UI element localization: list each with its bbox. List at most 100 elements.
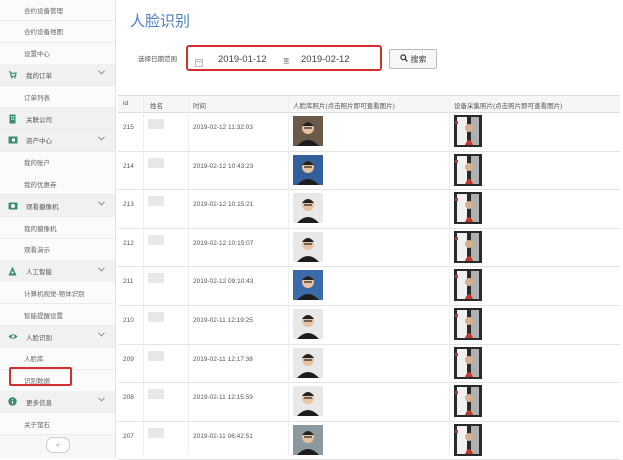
library-face-photo[interactable] [293, 308, 323, 339]
captured-face-photo[interactable] [454, 269, 482, 302]
chevron-down-icon [98, 201, 105, 208]
sidebar-item[interactable]: 我的账户 [0, 151, 115, 174]
library-face-photo[interactable] [293, 193, 323, 224]
sidebar-item-label: 人脸识别 [26, 334, 52, 342]
sidebar-item[interactable]: 观看演示 [0, 238, 115, 261]
row-name-blurred [148, 427, 164, 438]
sidebar-item[interactable]: 智能提醒设置 [0, 304, 115, 327]
sidebar-item[interactable]: 我的优惠券 [0, 173, 115, 196]
row-time: 2019-02-12 10:43:23 [193, 162, 254, 170]
start-date-field[interactable]: 2019-01-12 [218, 54, 267, 65]
row-id: 209 [123, 355, 134, 363]
chevron-down-icon [98, 136, 105, 143]
sidebar-group-face-recognition[interactable]: 人脸识别 [0, 326, 115, 348]
table-row: 215 2019-02-12 11:32:03 [118, 113, 620, 152]
sidebar-item-label: 合约设备地图 [24, 29, 63, 37]
row-id: 215 [123, 124, 134, 131]
library-face-photo[interactable] [293, 154, 323, 185]
library-face-photo[interactable] [293, 231, 323, 262]
date-range-label: 选择日期范围 [138, 56, 177, 63]
library-face-photo[interactable] [293, 347, 323, 378]
date-separator: 至 [283, 58, 290, 65]
row-id: 210 [123, 316, 134, 324]
sidebar-item-label: 我的优惠券 [24, 181, 57, 189]
row-name-blurred [148, 234, 164, 245]
table-row: 212 2019-02-12 10:15:07 [118, 229, 620, 268]
sidebar-item[interactable]: 合约设备管理 [0, 0, 115, 21]
row-time: 2019-02-11 12:15:59 [193, 394, 253, 402]
captured-face-photo[interactable] [454, 346, 482, 379]
sidebar-item[interactable]: 关于萤石 [0, 413, 115, 436]
sidebar-group-orders[interactable]: 我的订单 [0, 64, 115, 87]
chevron-down-icon [98, 267, 105, 274]
row-name-blurred [148, 273, 164, 284]
table-row: 208 2019-02-11 12:15:59 [118, 383, 620, 422]
table-row: 214 2019-02-12 10:43:23 [118, 152, 620, 191]
sidebar: 合约设备管理 合约设备地图 设置中心我的订单订单列表关联公司资产中心我的账户我的优惠… [0, 0, 116, 458]
info-icon [7, 396, 18, 407]
sidebar-item-label: 设置中心 [24, 51, 50, 59]
sidebar-item-label: 更多信息 [26, 399, 52, 407]
sidebar-group-companies[interactable]: 关联公司 [0, 108, 115, 130]
sidebar-item[interactable]: 合约设备地图 [0, 20, 115, 43]
row-time: 2019-02-11 06:42:51 [193, 432, 253, 440]
library-face-photo[interactable] [293, 386, 323, 417]
captured-face-photo[interactable] [454, 153, 482, 186]
header-name: 姓名 [150, 103, 163, 110]
sidebar-item-label: 计算机视觉-物体识别 [24, 290, 85, 298]
row-name-blurred [148, 350, 164, 361]
wallet-icon [7, 135, 18, 146]
captured-face-photo[interactable] [454, 423, 482, 456]
row-name-blurred [148, 311, 164, 322]
table-row: 211 2019-02-12 09:10:43 [118, 267, 620, 306]
sidebar-item[interactable]: 计算机视觉-物体识别 [0, 282, 115, 305]
row-time: 2019-02-12 09:10:43 [193, 278, 254, 286]
header-captured-photo: 设备采集照片(点击照片即可查看图片) [454, 103, 563, 110]
row-time: 2019-02-12 10:15:07 [193, 239, 254, 247]
table-header: id 姓名 时间 人脸库照片(点击照片即可查看图片) 设备采集照片(点击照片即可… [118, 96, 620, 113]
chevron-down-icon [98, 397, 105, 404]
header-id: id [123, 100, 129, 107]
chevron-down-icon [98, 70, 105, 77]
table-row: 207 2019-02-11 06:42:51 [118, 422, 620, 460]
search-button[interactable]: 搜索 [389, 49, 437, 69]
table-row: 209 2019-02-11 12:17:38 [118, 345, 620, 384]
captured-face-photo[interactable] [454, 230, 482, 263]
table-body: 215 2019-02-12 11:32:03 214 2019-02-12 10:4… [118, 113, 620, 460]
sidebar-item-label: 关于萤石 [24, 421, 50, 429]
end-date-field[interactable]: 2019-02-12 [301, 54, 350, 65]
sidebar-collapse-button[interactable]: « [46, 437, 70, 453]
sidebar-item[interactable]: 我的摄像机 [0, 217, 115, 239]
library-face-photo[interactable] [293, 270, 323, 301]
row-id: 211 [123, 278, 134, 286]
sidebar-item-label: 我的摄像机 [24, 225, 57, 233]
sidebar-group-ai[interactable]: 人工智能 [0, 260, 115, 283]
row-id: 213 [123, 201, 134, 209]
row-id: 212 [123, 239, 134, 247]
sidebar-group-cameras[interactable]: 观看摄像机 [0, 195, 115, 218]
captured-face-photo[interactable] [454, 385, 482, 418]
row-id: 207 [123, 432, 134, 440]
row-name-blurred [148, 196, 164, 207]
date-range-input[interactable]: 2019-01-12 至 2019-02-12 [186, 45, 382, 71]
eye-icon [7, 331, 18, 342]
sidebar-group-more-info[interactable]: 更多信息 [0, 391, 115, 414]
captured-face-photo[interactable] [454, 307, 482, 340]
sidebar-item-label: 关联公司 [26, 116, 52, 124]
captured-face-photo[interactable] [454, 192, 482, 225]
search-button-label: 搜索 [410, 54, 427, 64]
library-face-photo[interactable] [293, 424, 323, 455]
sidebar-item-label: 合约设备管理 [24, 7, 63, 15]
sidebar-item-label: 观看摄像机 [26, 203, 59, 211]
column-divider [449, 96, 450, 454]
library-face-photo[interactable] [293, 116, 323, 146]
robot-icon [7, 266, 18, 277]
row-name-blurred [148, 157, 164, 168]
sidebar-item[interactable]: 订单列表 [0, 86, 115, 109]
sidebar-item[interactable]: 设置中心 [0, 42, 115, 65]
row-name-blurred [148, 119, 164, 129]
captured-face-photo[interactable] [454, 115, 482, 147]
sidebar-item-label: 我的订单 [26, 72, 52, 80]
sidebar-group-assets[interactable]: 资产中心 [0, 129, 115, 152]
sidebar-item-label: 资产中心 [26, 138, 52, 146]
